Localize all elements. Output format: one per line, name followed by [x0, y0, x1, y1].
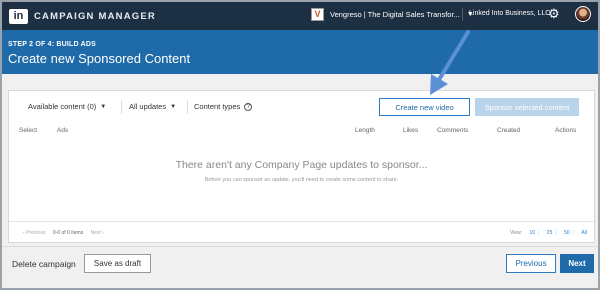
filter-divider — [187, 100, 188, 114]
pager-previous[interactable]: ‹ Previous — [23, 230, 46, 236]
create-new-video-button[interactable]: Create new video — [379, 98, 470, 116]
filter-bar: Available content (0) ▼ All updates ▼ Co… — [9, 91, 594, 121]
column-header-actions[interactable]: Actions — [555, 127, 576, 134]
view-label: View: — [510, 230, 523, 236]
step-indicator: STEP 2 OF 4: BUILD ADS — [8, 41, 97, 48]
pager-count: 0-0 of 0 items — [52, 230, 84, 236]
gear-icon[interactable]: ⚙ — [548, 7, 560, 20]
page-size-separator: | — [538, 230, 540, 236]
content-types-filter[interactable]: Content types ? — [194, 102, 253, 111]
page-title: Create new Sponsored Content — [8, 51, 191, 66]
chevron-right-icon: › — [102, 230, 104, 236]
page-size-option[interactable]: All — [581, 230, 587, 236]
page-size-option[interactable]: 25 — [547, 230, 553, 236]
content-panel: Available content (0) ▼ All updates ▼ Co… — [8, 90, 595, 243]
pager-next-label: Next — [90, 230, 101, 236]
account-switcher[interactable]: V Vengreso | The Digital Sales Transfor.… — [311, 6, 474, 22]
account-name: Vengreso | The Digital Sales Transfor... — [330, 9, 460, 19]
save-as-draft-button[interactable]: Save as draft — [84, 254, 151, 273]
page-size-option[interactable]: 50 — [564, 230, 570, 236]
column-header-length[interactable]: Length — [355, 127, 375, 134]
app-title: CAMPAIGN MANAGER — [34, 10, 156, 22]
column-header-created[interactable]: Created — [497, 127, 520, 134]
page-size-separator: | — [555, 230, 557, 236]
account-logo-icon: V — [311, 7, 324, 21]
available-content-filter[interactable]: Available content (0) ▼ — [28, 102, 106, 111]
column-header-ads[interactable]: Ads — [57, 127, 68, 134]
column-header-comments[interactable]: Comments — [437, 127, 468, 134]
pager-previous-label: Previous — [26, 230, 46, 236]
business-name[interactable]: Linked Into Business, LLC — [469, 10, 550, 17]
chevron-down-icon: ▼ — [170, 103, 177, 110]
page-header: STEP 2 OF 4: BUILD ADS Create new Sponso… — [2, 30, 598, 74]
delete-campaign-link[interactable]: Delete campaign — [12, 259, 76, 269]
topbar-divider — [462, 8, 463, 21]
content-types-label: Content types — [194, 102, 241, 111]
available-content-label: Available content (0) — [28, 102, 97, 111]
column-header-select[interactable]: Select — [19, 127, 37, 134]
pager-divider — [9, 221, 594, 222]
column-header-likes[interactable]: Likes — [403, 127, 418, 134]
help-icon[interactable]: ? — [244, 102, 253, 111]
updates-filter[interactable]: All updates ▼ — [129, 102, 176, 111]
filter-divider — [121, 100, 122, 114]
footer-divider — [2, 246, 598, 247]
chevron-left-icon: ‹ — [23, 230, 25, 236]
pager-next[interactable]: Next › — [91, 230, 104, 236]
table-header: Select Ads Length Likes Comments Created… — [9, 127, 594, 137]
page-size-selector: View: 10 | 25 | 50 | All — [510, 230, 587, 236]
sponsor-selected-content-button[interactable]: Sponsor selected content — [475, 98, 579, 116]
avatar[interactable] — [575, 6, 591, 22]
previous-button[interactable]: Previous — [506, 254, 556, 273]
empty-state-subtitle: Before you can sponsor an update, you'll… — [204, 177, 399, 183]
updates-label: All updates — [129, 102, 167, 111]
pager: ‹ Previous 0-0 of 0 items Next › — [23, 230, 104, 236]
linkedin-logo-icon[interactable]: in — [9, 8, 28, 24]
page-size-separator: | — [572, 230, 574, 236]
page-size-option[interactable]: 10 — [530, 230, 536, 236]
next-button[interactable]: Next — [560, 254, 594, 273]
chevron-down-icon: ▼ — [100, 103, 107, 110]
empty-state-title: There aren't any Company Page updates to… — [175, 159, 428, 171]
